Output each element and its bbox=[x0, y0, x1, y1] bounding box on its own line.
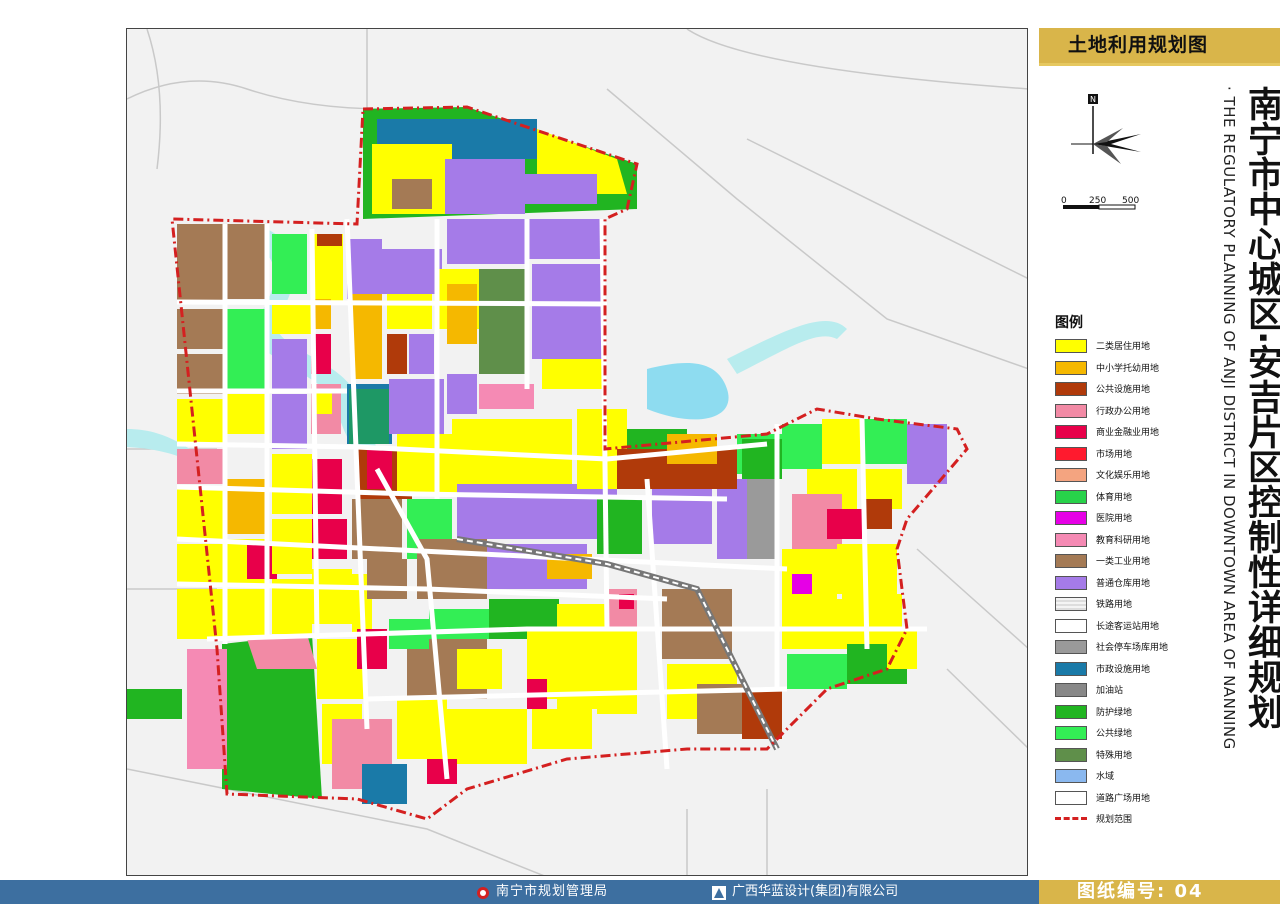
footer-org-company: 广西华蓝设计(集团)有限公司 bbox=[732, 884, 899, 899]
legend-label: 文化娱乐用地 bbox=[1096, 471, 1151, 481]
bureau-logo-icon bbox=[476, 885, 490, 899]
plan-title-english: · THE REGULATORY PLANNING OF ANJI DISTRI… bbox=[1220, 86, 1238, 750]
company-logo-icon bbox=[712, 885, 726, 900]
legend-swatch bbox=[1055, 790, 1087, 805]
drawing-number-box: 图纸编号: 04 bbox=[1039, 880, 1280, 904]
land-use-map-drawing bbox=[127, 29, 1027, 875]
lake bbox=[647, 363, 729, 420]
legend-label: 普通仓库用地 bbox=[1096, 578, 1151, 589]
legend-swatch bbox=[1055, 403, 1087, 418]
legend-label: 公共绿地 bbox=[1096, 729, 1133, 739]
legend-label: 行政办公用地 bbox=[1096, 406, 1151, 417]
legend-label: 一类工业用地 bbox=[1096, 557, 1151, 567]
legend-label: 公共设施用地 bbox=[1096, 385, 1151, 395]
drawing-number-label: 图纸编号: 04 bbox=[1077, 881, 1204, 902]
legend-swatch bbox=[1055, 511, 1087, 525]
legend-label: 社会停车场库用地 bbox=[1096, 643, 1169, 653]
legend-swatch bbox=[1055, 683, 1087, 697]
panel-title-bar: 土地利用规划图 bbox=[1039, 28, 1280, 66]
legend-swatch bbox=[1055, 489, 1087, 504]
legend-label: 规划范围 bbox=[1096, 815, 1133, 825]
legend-swatch bbox=[1055, 726, 1087, 740]
scale-label-500: 500 bbox=[1122, 196, 1140, 206]
legend-swatch bbox=[1055, 425, 1087, 439]
legend-label: 体育用地 bbox=[1096, 492, 1133, 503]
legend-label: 市场用地 bbox=[1096, 449, 1133, 460]
river-east bbox=[727, 320, 847, 374]
legend-swatch bbox=[1055, 468, 1087, 482]
legend-label: 商业金融业用地 bbox=[1096, 428, 1160, 438]
legend-label: 水域 bbox=[1096, 772, 1115, 782]
legend-swatch bbox=[1055, 554, 1087, 568]
north-arrow-icon: N bbox=[1061, 94, 1171, 208]
legend-swatch bbox=[1055, 704, 1087, 719]
legend-label: 教育科研用地 bbox=[1096, 535, 1151, 546]
footer-org-bureau: 南宁市规划管理局 bbox=[496, 884, 609, 899]
legend-label: 医院用地 bbox=[1096, 514, 1133, 524]
legend-label: 铁路用地 bbox=[1096, 600, 1133, 610]
legend-swatch bbox=[1055, 446, 1087, 461]
legend-label: 市政设施用地 bbox=[1096, 664, 1151, 675]
legend-swatch bbox=[1055, 597, 1087, 611]
legend-swatch bbox=[1055, 618, 1087, 633]
legend-swatch bbox=[1055, 382, 1087, 396]
land-use-map bbox=[126, 28, 1028, 876]
legend-label: 道路广场用地 bbox=[1096, 793, 1151, 804]
info-panel: 土地利用规划图 南宁市中心城区·安吉片区控制性详细规划 · THE REGULA… bbox=[1039, 28, 1280, 876]
legend-label: 特殊用地 bbox=[1096, 750, 1133, 761]
legend-swatch bbox=[1055, 769, 1087, 783]
legend-label: 二类居住用地 bbox=[1096, 342, 1151, 352]
scale-label-0: 0 bbox=[1061, 196, 1067, 206]
scale-label-250: 250 bbox=[1089, 196, 1107, 206]
panel-title: 土地利用规划图 bbox=[1067, 34, 1208, 56]
legend-swatch bbox=[1055, 661, 1087, 676]
legend-swatch bbox=[1055, 360, 1087, 375]
legend-label: 防护绿地 bbox=[1096, 707, 1133, 718]
north-label: N bbox=[1090, 95, 1096, 104]
legend-heading: 图例 bbox=[1055, 315, 1083, 331]
legend-swatch bbox=[1055, 747, 1087, 762]
legend-label: 加油站 bbox=[1096, 686, 1124, 696]
legend-label: 中小学托幼用地 bbox=[1096, 363, 1160, 374]
footer-bar: 南宁市规划管理局 广西华蓝设计(集团)有限公司 bbox=[0, 880, 1039, 904]
legend-swatch bbox=[1055, 817, 1087, 820]
legend-swatch bbox=[1055, 640, 1087, 654]
legend-swatch bbox=[1055, 532, 1087, 547]
legend-label: 长途客运站用地 bbox=[1096, 621, 1160, 632]
legend-swatch bbox=[1055, 339, 1087, 353]
plan-title-chinese: 南宁市中心城区·安吉片区控制性详细规划 bbox=[1242, 86, 1280, 730]
legend-swatch bbox=[1055, 575, 1087, 590]
